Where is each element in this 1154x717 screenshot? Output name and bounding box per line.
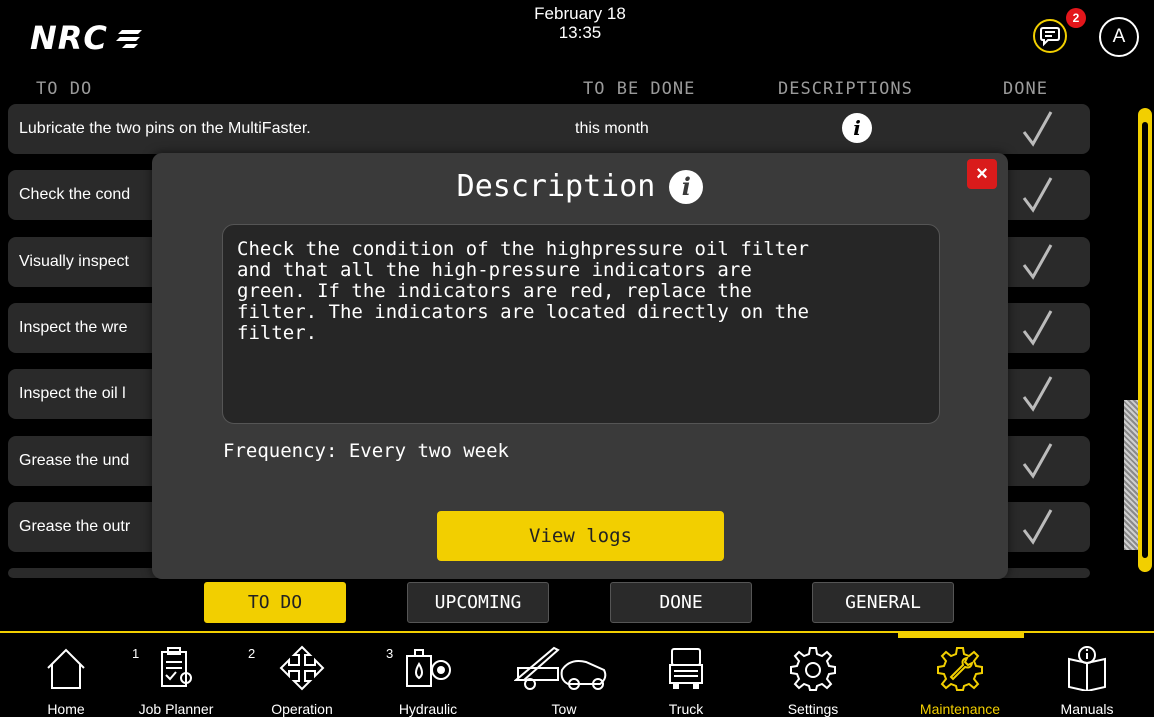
brand-logo: NRC (30, 18, 142, 58)
nav-label: Maintenance (919, 701, 1001, 717)
check-icon[interactable] (1021, 176, 1053, 214)
chat-button[interactable] (1033, 19, 1067, 53)
gear-icon (790, 647, 836, 691)
nav-label: Job Planner (138, 701, 214, 717)
column-header-descriptions: DESCRIPTIONS (778, 79, 913, 99)
avatar[interactable]: A (1099, 17, 1139, 57)
nav-label: Manuals (1060, 701, 1114, 717)
nav-label: Operation (271, 701, 333, 717)
nav-label: Settings (787, 701, 839, 717)
frequency-text: Frequency: Every two week (223, 440, 509, 462)
task-name: Check the cond (19, 186, 131, 203)
task-name: Grease the und (19, 452, 130, 469)
close-button[interactable]: × (967, 159, 997, 189)
check-icon[interactable] (1021, 442, 1053, 480)
nav-operation[interactable]: 2 Operation (248, 640, 352, 717)
nav-label: Hydraulic (398, 701, 458, 717)
chat-icon (1040, 27, 1060, 47)
nav-truck[interactable]: Truck (636, 640, 736, 717)
top-bar: NRC February 18 13:35 2 A (0, 0, 1154, 72)
brand-name: NRC (30, 19, 108, 57)
column-header-todo: TO DO (36, 79, 93, 99)
info-icon[interactable]: i (842, 113, 872, 143)
notification-badge: 2 (1066, 8, 1086, 28)
task-name: Visually inspect (19, 253, 129, 270)
tab-todo[interactable]: TO DO (204, 582, 346, 623)
nav-label: Tow (551, 701, 577, 717)
nav-settings[interactable]: Settings (763, 640, 863, 717)
check-icon[interactable] (1021, 309, 1053, 347)
nav-job-planner[interactable]: 1 Job Planner (126, 640, 226, 717)
column-header-to-be-done: TO BE DONE (583, 79, 696, 99)
tab-upcoming[interactable]: UPCOMING (407, 582, 549, 623)
tab-general[interactable]: GENERAL (812, 582, 954, 623)
table-row[interactable]: Lubricate the two pins on the MultiFaste… (8, 104, 1090, 154)
brand-mark-icon (115, 30, 142, 48)
scrollbar-thumb-inner (1142, 122, 1148, 558)
current-date: February 18 (534, 4, 626, 23)
nav-manuals[interactable]: Manuals (1037, 640, 1137, 717)
manual-book-icon (1068, 646, 1106, 691)
tow-truck-icon (514, 646, 607, 690)
task-due: this month (575, 120, 649, 137)
nav-hydraulic[interactable]: 3 Hydraulic (378, 640, 478, 717)
clipboard-icon (161, 647, 192, 687)
move-arrows-icon (279, 645, 325, 691)
tab-done[interactable]: DONE (610, 582, 752, 623)
nav-label: Home (47, 701, 85, 717)
nav-active-indicator (898, 633, 1024, 638)
check-icon[interactable] (1021, 508, 1053, 546)
dialog-title-text: Description (456, 169, 656, 204)
check-icon[interactable] (1021, 243, 1053, 281)
view-logs-button[interactable]: View logs (437, 511, 724, 561)
description-dialog: Description i × Check the condition of t… (152, 153, 1008, 579)
current-time: 13:35 (558, 23, 602, 42)
nav-label: Truck (668, 701, 704, 717)
nav-maintenance[interactable]: Maintenance (910, 640, 1010, 717)
check-icon[interactable] (1021, 375, 1053, 413)
info-icon: i (669, 169, 704, 204)
nav-home[interactable]: Home (16, 640, 116, 717)
check-icon[interactable] (1021, 110, 1053, 148)
task-name: Grease the outr (19, 518, 131, 535)
hydraulic-gauge-icon (406, 649, 451, 687)
home-icon (47, 648, 85, 689)
nav-tow[interactable]: Tow (514, 640, 614, 717)
truck-icon (669, 648, 703, 689)
task-name: Lubricate the two pins on the MultiFaste… (19, 120, 311, 137)
column-header-done: DONE (1003, 79, 1048, 99)
wrench-gear-icon (937, 647, 983, 691)
description-text: Check the condition of the highpressure … (222, 224, 940, 424)
task-name: Inspect the oil l (19, 385, 126, 402)
task-name: Inspect the wre (19, 319, 128, 336)
dialog-title: Description i (152, 169, 1008, 204)
date-time: February 18 13:35 (500, 4, 660, 42)
